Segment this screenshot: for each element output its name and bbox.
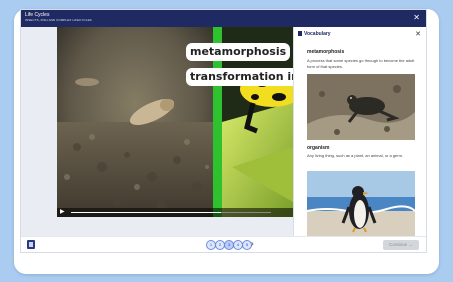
- book-icon: [298, 31, 302, 36]
- close-window-icon[interactable]: ✕: [413, 13, 420, 22]
- penguin-image: [307, 171, 415, 236]
- penguin-photo: [307, 171, 415, 236]
- video-controls: ▶: [57, 208, 293, 217]
- caption-line-1: metamorphosis: [186, 43, 291, 61]
- play-icon[interactable]: ▶: [60, 209, 65, 216]
- term-metamorphosis: metamorphosis: [307, 49, 345, 55]
- vocabulary-panel: Vocabulary ✕ metamorphosis A process tha…: [293, 27, 426, 236]
- term-organism: organism: [307, 145, 330, 151]
- video-player[interactable]: metamorphosis transformation in ▶: [57, 27, 293, 217]
- video-progress-fill: [71, 212, 221, 213]
- caption-line-2: transformation in: [186, 68, 293, 86]
- next-page-icon[interactable]: ›: [251, 239, 254, 249]
- continue-button[interactable]: Continue →: [383, 240, 419, 250]
- definition-metamorphosis: A process that some species go through t…: [307, 58, 415, 69]
- vocabulary-title: Vocabulary: [304, 31, 331, 37]
- frog-photo: [307, 74, 415, 140]
- lesson-window: Life Cycles INSECTS, FISH AND COMPLEX LI…: [21, 10, 426, 252]
- glossary-button[interactable]: [27, 240, 35, 249]
- lesson-footer: 1 2 3 4 5 › Continue →: [21, 236, 426, 252]
- book-icon: [29, 242, 33, 247]
- video-progress-bar[interactable]: [71, 212, 271, 213]
- app-subtitle: INSECTS, FISH AND COMPLEX LIFECYCLES: [25, 18, 92, 22]
- close-icon[interactable]: ✕: [415, 30, 421, 38]
- frog-image: [307, 74, 415, 140]
- definition-organism: Any living thing, such as a plant, an an…: [307, 153, 404, 158]
- title-bar: Life Cycles INSECTS, FISH AND COMPLEX LI…: [21, 10, 426, 27]
- vocabulary-header: Vocabulary: [298, 31, 331, 37]
- lesson-stage: metamorphosis transformation in ▶ Vocabu…: [21, 27, 426, 236]
